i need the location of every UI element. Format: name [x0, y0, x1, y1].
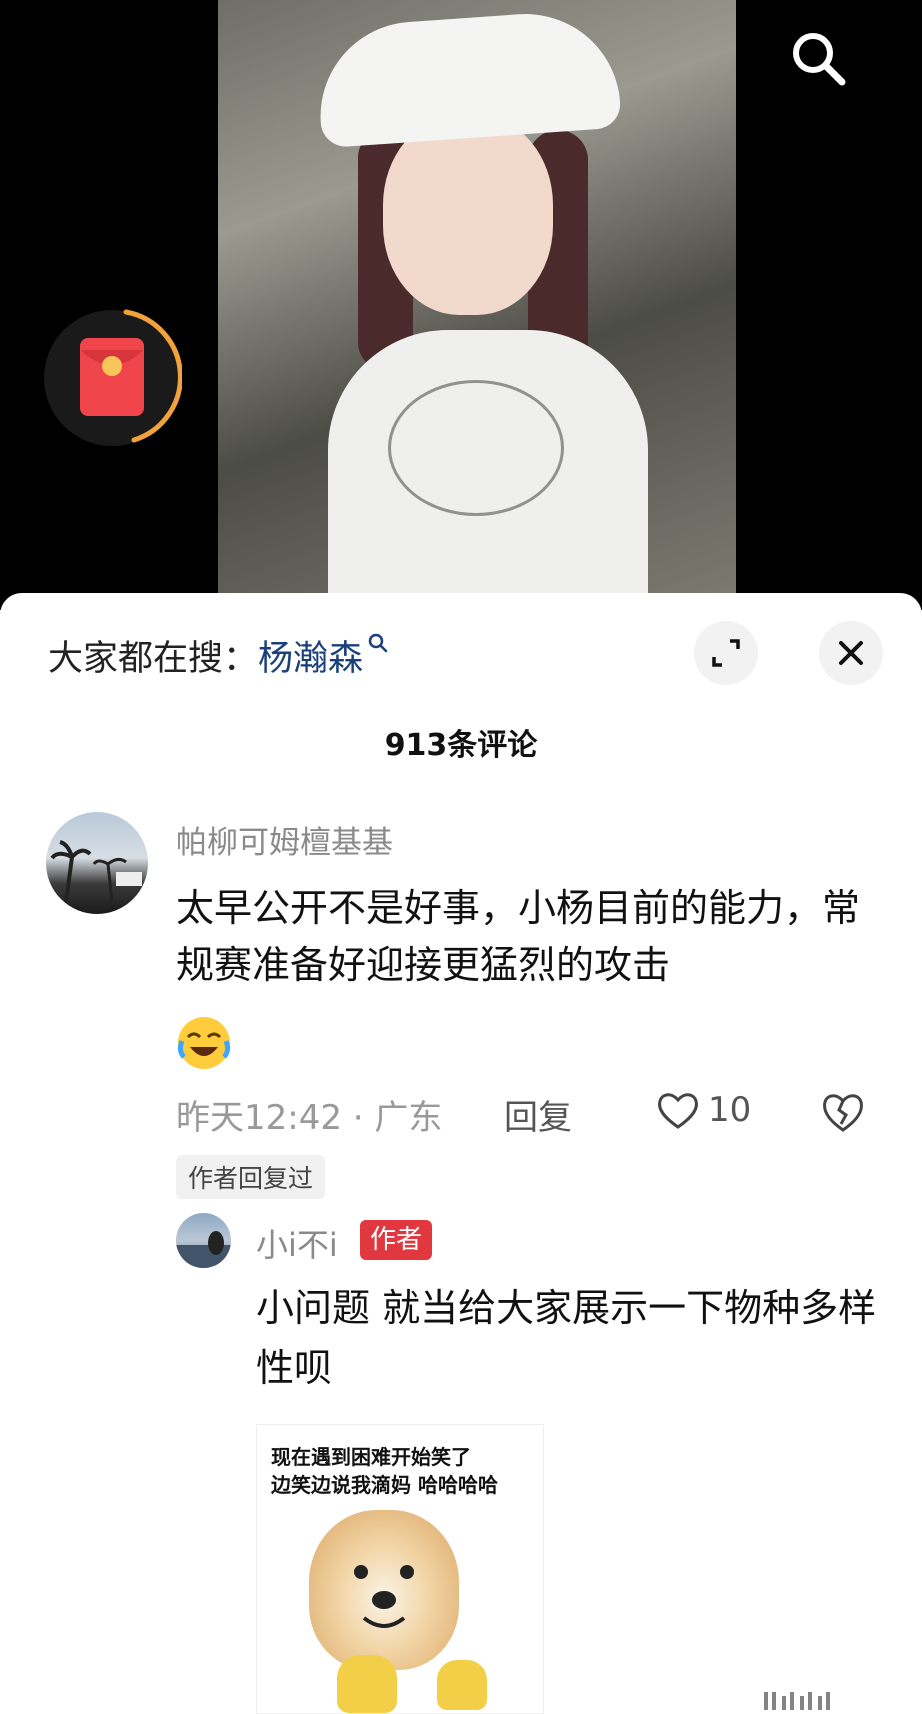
broken-heart-icon[interactable]: [820, 1090, 866, 1134]
close-icon[interactable]: [819, 621, 883, 685]
shiba-dog-icon: [309, 1510, 459, 1670]
meme-caption-line-2: 边笑边说我滴妈 哈哈哈哈: [271, 1473, 498, 1497]
comment-meta: 昨天12:42 · 广东: [176, 1098, 443, 1138]
hot-search-prefix: 大家都在搜：: [48, 639, 259, 679]
video-figure-hat: [314, 7, 622, 149]
like-count: 10: [708, 1090, 752, 1130]
red-packet-icon[interactable]: [42, 308, 182, 448]
comment-text: 太早公开不是好事，小杨目前的能力，常规赛准备好迎接更猛烈的攻击: [176, 886, 861, 987]
meme-image[interactable]: 现在遇到困难开始笑了 边笑边说我滴妈 哈哈哈哈: [256, 1424, 544, 1714]
expand-icon[interactable]: [694, 621, 758, 685]
reply-avatar[interactable]: [176, 1213, 231, 1268]
small-search-icon: [368, 633, 388, 653]
reply-avatar-image: [176, 1231, 231, 1268]
video-frame[interactable]: [218, 0, 736, 600]
reply-text: 小问题 就当给大家展示一下物种多样性呗: [256, 1286, 877, 1390]
comment-count: 913条评论: [384, 728, 538, 763]
reply-username[interactable]: 小i不i: [256, 1220, 338, 1266]
video-figure-shirt-print: [388, 380, 564, 516]
comment-username[interactable]: 帕柳可姆檀基基: [176, 817, 393, 862]
heart-icon: [658, 1093, 698, 1129]
like-button[interactable]: 10: [656, 1088, 751, 1132]
watermark-logo: [764, 1692, 830, 1710]
meme-hand-left: [337, 1655, 397, 1713]
video-figure-face: [383, 115, 553, 315]
reply-button[interactable]: 回复: [504, 1090, 572, 1139]
author-replied-tag: 作者回复过: [176, 1155, 326, 1199]
meme-hand-right: [437, 1660, 487, 1710]
author-badge: 作者: [360, 1220, 433, 1260]
meme-caption-line-1: 现在遇到困难开始笑了: [271, 1445, 471, 1469]
hot-search-keyword[interactable]: 杨瀚森: [258, 639, 363, 679]
avatar-palm-trees-icon: [50, 840, 142, 903]
hot-search-bar[interactable]: 大家都在搜：杨瀚森: [48, 630, 389, 681]
laughing-crying-emoji-icon: [177, 1017, 231, 1069]
avatar[interactable]: [46, 812, 148, 914]
search-icon[interactable]: [788, 28, 848, 88]
video-player[interactable]: [0, 0, 922, 610]
